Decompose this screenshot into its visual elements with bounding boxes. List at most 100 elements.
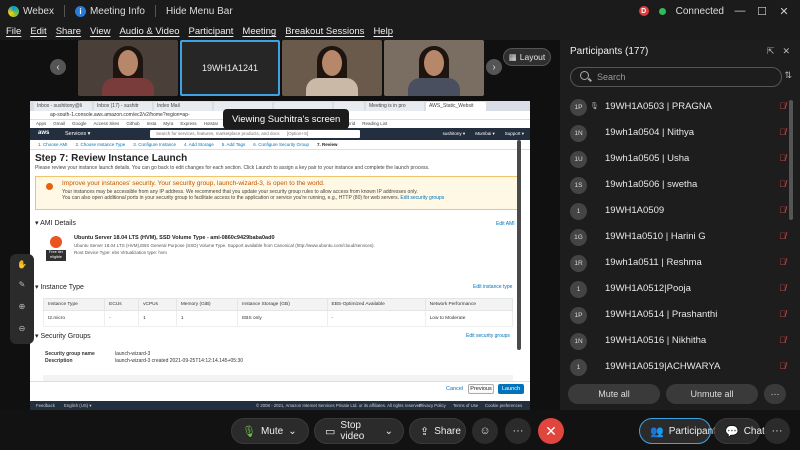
wizard-step[interactable]: 2. Choose Instance Type: [76, 140, 126, 149]
menu-audio-video[interactable]: Audio & Video: [119, 26, 179, 37]
browser-tab-active[interactable]: AWS_Static_Websit: [426, 102, 486, 111]
participant-row[interactable]: 1R 19wh1a0511 | Reshma 🎙̸: [560, 250, 788, 276]
services-menu[interactable]: Services ▾: [65, 131, 90, 137]
chevron-down-icon[interactable]: ⌄: [385, 426, 393, 437]
browser-tab[interactable]: Index Mail: [154, 102, 212, 111]
close-icon[interactable]: ✕: [778, 5, 790, 18]
menu-breakout-sessions[interactable]: Breakout Sessions: [285, 26, 364, 37]
muted-mic-icon[interactable]: 🎙̸: [779, 179, 786, 189]
mute-all-button[interactable]: Mute all: [568, 384, 660, 404]
bookmark[interactable]: Insta: [147, 120, 157, 128]
menu-participant[interactable]: Participant: [189, 26, 234, 37]
ami-section-header[interactable]: ▾ AMI Details: [35, 219, 76, 227]
browser-tab[interactable]: Inbox - sushitony@li: [34, 102, 92, 111]
video-thumbnail-active[interactable]: 19WH1A1241: [180, 40, 280, 96]
cancel-button[interactable]: Cancel: [446, 386, 463, 392]
more-panels-button[interactable]: ···: [764, 418, 790, 444]
chevron-down-icon[interactable]: ⌄: [288, 426, 296, 437]
video-thumbnail[interactable]: [78, 40, 178, 96]
shared-screen-scrollbar[interactable]: [517, 140, 521, 350]
more-options-button[interactable]: ···: [505, 418, 531, 444]
popout-icon[interactable]: ⇱: [767, 46, 775, 57]
menu-view[interactable]: View: [90, 26, 110, 37]
participant-row[interactable]: 1 19WH1A0512|Pooja 🎙̸: [560, 276, 788, 302]
wizard-step[interactable]: 6. Configure Security Group: [253, 140, 309, 149]
bookmark[interactable]: Express: [180, 120, 196, 128]
bookmark[interactable]: Github: [126, 120, 139, 128]
previous-button[interactable]: Previous: [468, 384, 494, 394]
participant-row[interactable]: 1U 19wh1a0505 | Usha 🎙̸: [560, 146, 788, 172]
zoom-out-icon[interactable]: ⊖: [16, 324, 28, 336]
menu-help[interactable]: Help: [373, 26, 393, 37]
bookmark[interactable]: Hotstar: [204, 120, 219, 128]
muted-mic-icon[interactable]: 🎙̸: [779, 309, 786, 319]
bookmark[interactable]: Gmail: [53, 120, 65, 128]
instance-section-header[interactable]: ▾ Instance Type: [35, 283, 84, 291]
edit-security-groups-link[interactable]: Edit security groups: [400, 195, 444, 201]
close-panel-icon[interactable]: ✕: [782, 46, 790, 57]
leave-meeting-button[interactable]: ✕: [538, 418, 564, 444]
pen-icon[interactable]: ✎: [16, 280, 28, 292]
muted-mic-icon[interactable]: 🎙̸: [779, 127, 786, 137]
participant-row[interactable]: 1S 19wh1a0506 | swetha 🎙̸: [560, 172, 788, 198]
participant-row[interactable]: 1P 🎙 19WH1A0503 | PRAGNA 🎙̸: [560, 94, 788, 120]
participant-row[interactable]: 1 19WH1A0509 🎙̸: [560, 198, 788, 224]
security-groups-section-header[interactable]: ▾ Security Groups: [35, 332, 91, 340]
region-menu[interactable]: Mumbai ▾: [475, 131, 495, 137]
reactions-button[interactable]: ☺: [472, 418, 498, 444]
muted-mic-icon[interactable]: 🎙̸: [779, 231, 786, 241]
wizard-step[interactable]: 4. Add Storage: [184, 140, 214, 149]
muted-mic-icon[interactable]: 🎙̸: [779, 205, 786, 215]
video-thumbnail[interactable]: [282, 40, 382, 96]
menu-file[interactable]: File: [6, 26, 21, 37]
browser-tab[interactable]: Inbox (17) - sushitr: [94, 102, 152, 111]
unmute-all-button[interactable]: Unmute all: [666, 384, 758, 404]
bookmark[interactable]: Google: [72, 120, 87, 128]
edit-instance-type-link[interactable]: Edit instance type: [473, 284, 512, 290]
share-button[interactable]: ⇪ Share: [409, 418, 466, 444]
edit-security-groups-link[interactable]: Edit security groups: [466, 333, 510, 339]
account-menu[interactable]: sushitony ▾: [443, 131, 466, 137]
aws-search-input[interactable]: Search for services, features, marketpla…: [150, 130, 360, 138]
pointer-icon[interactable]: ✋: [16, 260, 28, 272]
mute-button[interactable]: 🎙 Mute ⌄: [231, 418, 309, 444]
video-thumbnail[interactable]: [384, 40, 484, 96]
aws-logo[interactable]: aws: [38, 130, 49, 136]
next-videos-button[interactable]: ›: [486, 59, 502, 75]
browser-tab[interactable]: Meeting is in pro: [366, 102, 424, 111]
menu-edit[interactable]: Edit: [30, 26, 46, 37]
wizard-step[interactable]: 1. Choose AMI: [38, 140, 68, 149]
launch-button[interactable]: Launch: [498, 384, 524, 394]
muted-mic-icon[interactable]: 🎙̸: [779, 335, 786, 345]
bookmark[interactable]: Reading List: [362, 120, 387, 128]
bookmark[interactable]: Myra: [163, 120, 173, 128]
stop-video-button[interactable]: ▭ Stop video ⌄: [314, 418, 404, 444]
sort-icon[interactable]: ⇅: [784, 70, 792, 81]
participant-list-scrollbar[interactable]: [789, 100, 793, 220]
participant-row[interactable]: 1N 19WH1A0516 | Nikhitha 🎙̸: [560, 328, 788, 354]
muted-mic-icon[interactable]: 🎙̸: [779, 153, 786, 163]
wizard-step[interactable]: 5. Add Tags: [222, 140, 245, 149]
muted-mic-icon[interactable]: 🎙̸: [779, 101, 786, 111]
more-options-icon[interactable]: ···: [764, 384, 786, 404]
minimize-icon[interactable]: —: [734, 5, 746, 17]
bookmark[interactable]: Access Sites: [94, 120, 120, 128]
participant-row[interactable]: 1P 19WH1A0514 | Prashanthi 🎙̸: [560, 302, 788, 328]
bookmark[interactable]: Apps: [36, 120, 46, 128]
zoom-in-icon[interactable]: ⊕: [16, 302, 28, 314]
support-menu[interactable]: Support ▾: [505, 131, 524, 137]
muted-mic-icon[interactable]: 🎙̸: [779, 257, 786, 267]
hide-menu-bar-button[interactable]: Hide Menu Bar: [158, 6, 241, 17]
prev-videos-button[interactable]: ‹: [50, 59, 66, 75]
participant-row[interactable]: 1N 19wh1a0504 | Nithya 🎙̸: [560, 120, 788, 146]
wizard-step[interactable]: 3. Configure Instance: [133, 140, 176, 149]
maximize-icon[interactable]: ☐: [756, 5, 768, 18]
muted-mic-icon[interactable]: 🎙̸: [779, 361, 786, 371]
menu-meeting[interactable]: Meeting: [242, 26, 276, 37]
participant-search-input[interactable]: Search: [570, 67, 782, 87]
participant-row[interactable]: 1 19WH1A0519|ACHWARYA 🎙̸: [560, 354, 788, 378]
participant-row[interactable]: 1G 19WH1a0510 | Harini G 🎙̸: [560, 224, 788, 250]
menu-share[interactable]: Share: [56, 26, 81, 37]
layout-button[interactable]: ▦ Layout: [503, 48, 551, 66]
edit-ami-link[interactable]: Edit AMI: [496, 221, 515, 227]
